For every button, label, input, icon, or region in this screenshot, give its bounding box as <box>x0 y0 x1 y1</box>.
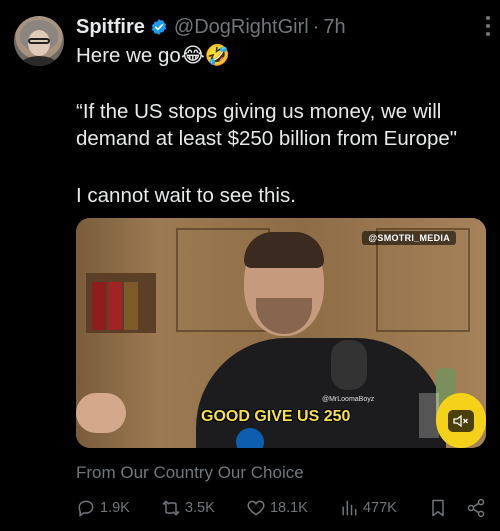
analytics-icon <box>342 500 357 516</box>
bookmark-icon[interactable] <box>428 498 448 518</box>
repost-button[interactable]: 3.5K <box>161 498 215 518</box>
timestamp[interactable]: 7h <box>323 16 345 39</box>
tweet[interactable]: Spitfire @DogRightGirl · 7h Here we go😂🤣… <box>0 0 500 531</box>
user-handle[interactable]: @DogRightGirl <box>174 16 309 39</box>
reply-icon <box>78 500 94 517</box>
book <box>92 282 106 330</box>
book <box>124 282 138 330</box>
avatar-shirt <box>20 56 58 66</box>
book <box>108 282 122 330</box>
separator-dot: · <box>312 15 320 38</box>
speaker-hand <box>76 393 126 433</box>
video-mid-watermark: @MrLoomaBoyz <box>322 396 375 403</box>
like-count: 18.1K <box>269 500 308 516</box>
mute-button[interactable] <box>448 410 474 432</box>
speaker-muted-icon <box>453 414 468 428</box>
repost-icon <box>162 500 180 516</box>
speaker-body <box>196 338 446 448</box>
display-name[interactable]: Spitfire <box>76 16 145 39</box>
verified-badge-icon <box>151 19 167 35</box>
tweet-actions: 1.9K 3.5K 18.1K 477K <box>76 496 486 520</box>
video-media[interactable]: @SMOTRI_MEDIA @MrLoomaBoyz GOOD GIVE US … <box>76 218 486 448</box>
repost-count: 3.5K <box>184 500 215 516</box>
secondary-actions <box>428 498 486 518</box>
reply-button[interactable]: 1.9K <box>76 498 130 518</box>
like-button[interactable]: 18.1K <box>246 498 308 518</box>
avatar[interactable] <box>14 16 64 66</box>
microphone <box>331 340 367 390</box>
more-options-icon[interactable] <box>486 16 490 36</box>
card-source-link[interactable]: From Our Country Our Choice <box>76 463 304 483</box>
blue-microphone <box>236 428 264 448</box>
reply-count: 1.9K <box>100 500 130 516</box>
video-watermark: @SMOTRI_MEDIA <box>362 231 456 245</box>
share-icon[interactable] <box>466 498 486 518</box>
speaker-hair <box>244 232 324 268</box>
views-button[interactable]: 477K <box>339 498 397 518</box>
views-count: 477K <box>362 500 397 516</box>
tweet-header: Spitfire @DogRightGirl · 7h <box>76 14 486 40</box>
tweet-text-line3: I cannot wait to see this. <box>76 184 296 207</box>
video-caption: GOOD GIVE US 250 <box>201 408 351 425</box>
tweet-quote: “If the US stops giving us money, we wil… <box>76 100 458 150</box>
avatar-glasses <box>28 38 50 44</box>
heart-icon <box>247 500 265 516</box>
tweet-text-line1: Here we go😂🤣 <box>76 44 231 67</box>
